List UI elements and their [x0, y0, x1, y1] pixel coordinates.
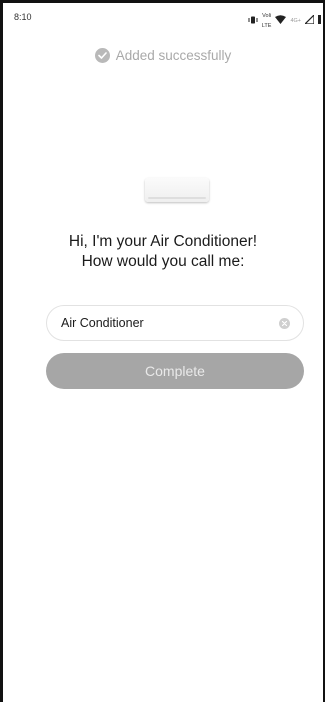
greeting-text: Hi, I'm your Air Conditioner! How would …: [3, 232, 323, 272]
success-toast: Added successfully: [3, 48, 323, 63]
status-bar: 8:10 Voli LTE 4G+: [3, 3, 323, 29]
app-screen: 8:10 Voli LTE 4G+ Added successfully Hi,…: [0, 0, 325, 702]
complete-button[interactable]: Complete: [46, 353, 304, 389]
volte-icon: Voli LTE: [262, 11, 272, 31]
status-time: 8:10: [14, 12, 32, 22]
battery-icon: [318, 15, 321, 27]
device-name-input[interactable]: [61, 316, 279, 330]
volte-label-bottom: LTE: [261, 23, 272, 29]
success-message: Added successfully: [115, 48, 232, 63]
check-circle-icon: [94, 48, 110, 63]
greeting-line-2: How would you call me:: [81, 253, 245, 270]
wifi-icon: [275, 15, 287, 27]
status-icons: Voli LTE 4G+: [248, 11, 321, 31]
air-conditioner-image: [145, 178, 209, 202]
greeting-line-1: Hi, I'm your Air Conditioner!: [68, 233, 258, 250]
clear-icon[interactable]: [279, 317, 290, 329]
ac-vent: [148, 197, 206, 199]
network-type-label: 4G+: [290, 18, 301, 24]
device-name-field[interactable]: [46, 305, 304, 341]
signal-icon: [303, 13, 315, 27]
volte-label-top: Voli: [262, 13, 272, 19]
vibrate-icon: [248, 16, 258, 27]
